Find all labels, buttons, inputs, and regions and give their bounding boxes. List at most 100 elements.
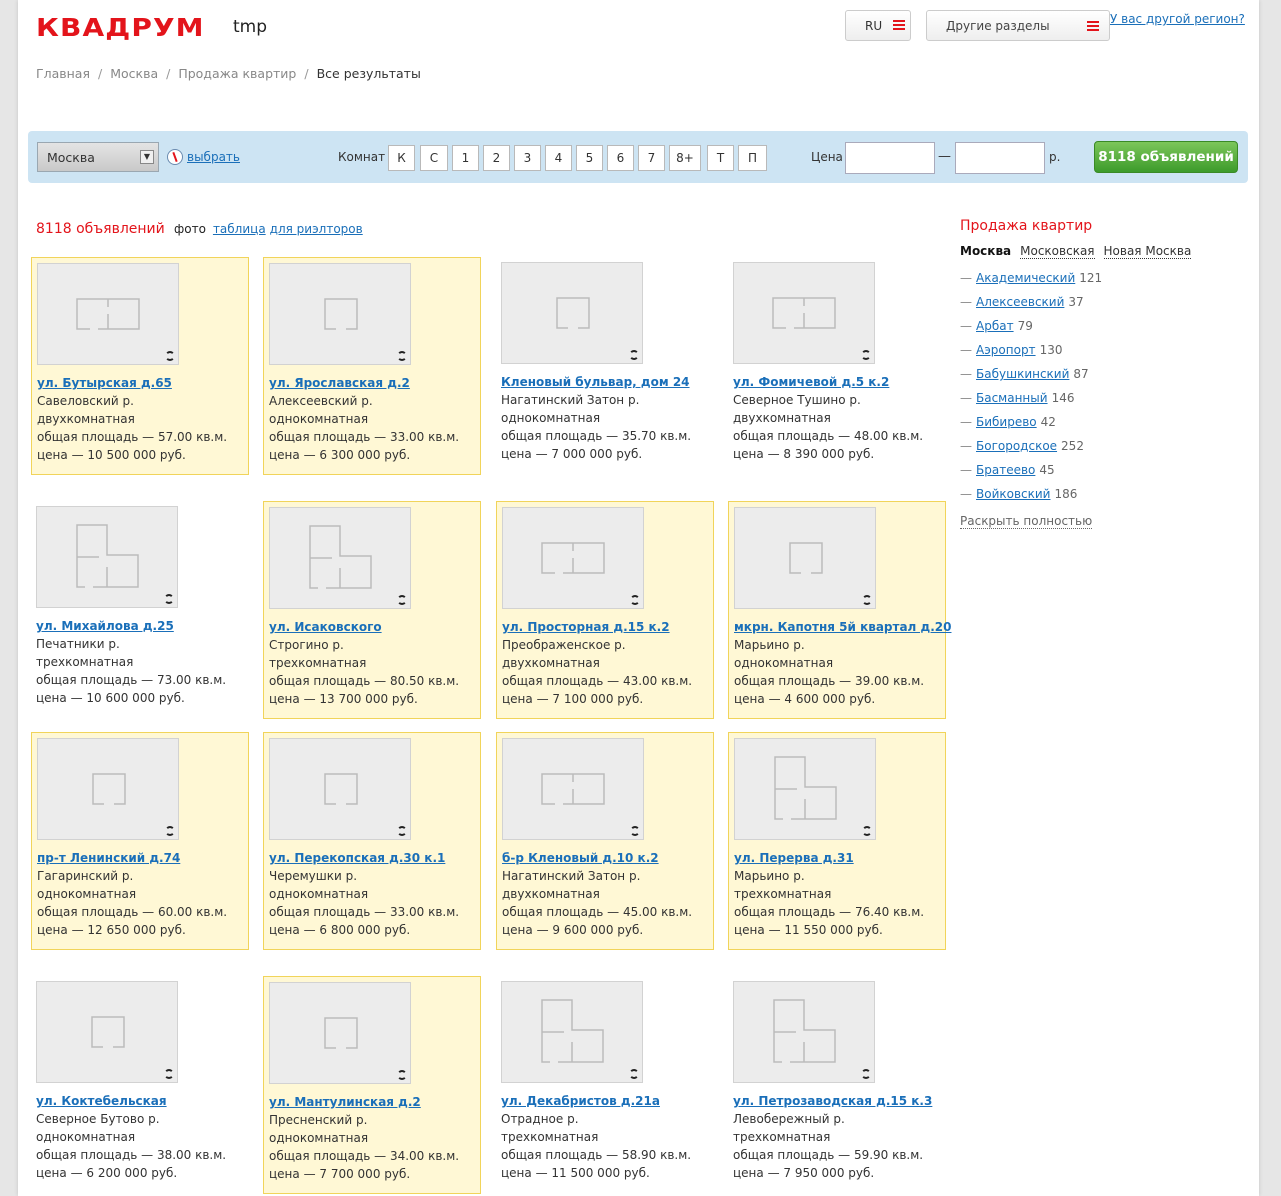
breadcrumb-city[interactable]: Москва (110, 66, 158, 81)
room-filter-button[interactable]: 4 (545, 145, 572, 171)
page: КВАДРУМ tmp RU Другие разделы У вас друг… (18, 0, 1259, 1196)
listing-address-link[interactable]: ул. Исаковского (269, 620, 382, 634)
district-link[interactable]: Братеево (976, 463, 1035, 477)
listing-address-link[interactable]: ул. Мантулинская д.2 (269, 1095, 421, 1109)
other-sections-button[interactable]: Другие разделы (926, 10, 1110, 41)
rooms-label: Комнат (338, 150, 386, 164)
listing-address-link[interactable]: ул. Бутырская д.65 (37, 376, 172, 390)
floor-plan-thumbnail[interactable] (269, 507, 411, 609)
listing-address-link[interactable]: Кленовый бульвар, дом 24 (501, 375, 690, 389)
tab-moscow[interactable]: Москва (960, 244, 1011, 258)
listing-address-link[interactable]: ул. Петрозаводская д.15 к.3 (733, 1094, 932, 1108)
rotate-icon[interactable] (397, 826, 407, 836)
rotate-icon[interactable] (397, 351, 407, 361)
listing-card: б-р Кленовый д.10 к.2 Нагатинский Затон р… (496, 732, 714, 950)
district-count: 130 (1039, 343, 1063, 357)
floor-plan-thumbnail[interactable] (733, 981, 875, 1083)
listing-address-link[interactable]: ул. Просторная д.15 к.2 (502, 620, 670, 634)
floor-plan-thumbnail[interactable] (501, 981, 643, 1083)
listing-address-link[interactable]: ул. Декабристов д.21а (501, 1094, 660, 1108)
listing-address-link[interactable]: ул. Фомичевой д.5 к.2 (733, 375, 889, 389)
room-filter-button[interactable]: Т (707, 145, 734, 171)
floor-plan-thumbnail[interactable] (733, 262, 875, 364)
rotate-icon[interactable] (630, 826, 640, 836)
room-filter-button[interactable]: 1 (452, 145, 479, 171)
choose-location-link[interactable]: выбрать (187, 150, 240, 164)
room-filter-button[interactable]: 2 (483, 145, 510, 171)
room-filter-button[interactable]: С (420, 145, 448, 171)
price-to-input[interactable] (955, 142, 1045, 174)
room-filter-button[interactable]: К (388, 145, 415, 171)
floor-plan-thumbnail[interactable] (36, 981, 178, 1083)
breadcrumb-section[interactable]: Продажа квартир (178, 66, 296, 81)
listing-address-link[interactable]: мкрн. Капотня 5й квартал д.20 (734, 620, 951, 634)
floor-plan-thumbnail[interactable] (37, 738, 179, 840)
rotate-icon[interactable] (164, 1069, 174, 1079)
rotate-icon[interactable] (164, 594, 174, 604)
rotate-icon[interactable] (630, 595, 640, 605)
rotate-icon[interactable] (165, 826, 175, 836)
tab-new-moscow[interactable]: Новая Москва (1103, 244, 1192, 259)
district-link[interactable]: Бабушкинский (976, 367, 1069, 381)
show-results-button[interactable]: 8118 объявлений (1094, 141, 1238, 173)
rotate-icon[interactable] (629, 350, 639, 360)
room-filter-button[interactable]: 8+ (669, 145, 701, 171)
rotate-icon[interactable] (165, 351, 175, 361)
floor-plan-thumbnail[interactable] (37, 263, 179, 365)
listing-address-link[interactable]: ул. Михайлова д.25 (36, 619, 174, 633)
rotate-icon[interactable] (397, 595, 407, 605)
language-button[interactable]: RU (845, 10, 911, 41)
listing-type: однокомнатная (734, 656, 834, 670)
district-link[interactable]: Арбат (976, 319, 1014, 333)
tab-moscow-region[interactable]: Московская (1020, 244, 1095, 259)
rotate-icon[interactable] (861, 1069, 871, 1079)
listing-price: цена — 6 300 000 руб. (269, 448, 411, 462)
listing-address-link[interactable]: ул. Ярославская д.2 (269, 376, 410, 390)
city-select[interactable]: Москва ▼ (37, 142, 159, 172)
district-link[interactable]: Басманный (976, 391, 1048, 405)
listing-address-link[interactable]: ул. Перерва д.31 (734, 851, 854, 865)
listing-address-link[interactable]: б-р Кленовый д.10 к.2 (502, 851, 659, 865)
breadcrumb-home[interactable]: Главная (36, 66, 90, 81)
listing-address-link[interactable]: пр-т Ленинский д.74 (37, 851, 180, 865)
rotate-icon[interactable] (861, 350, 871, 360)
room-filter-button[interactable]: 3 (514, 145, 541, 171)
expand-all-link[interactable]: Раскрыть полностью (960, 514, 1093, 529)
listing-area: общая площадь — 58.90 кв.м. (501, 1148, 692, 1162)
floor-plan-thumbnail[interactable] (36, 506, 178, 608)
rotate-icon[interactable] (862, 826, 872, 836)
district-link[interactable]: Бибирево (976, 415, 1037, 429)
room-filter-button[interactable]: 6 (607, 145, 634, 171)
rotate-icon[interactable] (397, 1070, 407, 1080)
district-link[interactable]: Богородское (976, 439, 1057, 453)
region-link[interactable]: У вас другой регион? (1110, 12, 1245, 26)
floor-plan-thumbnail[interactable] (269, 738, 411, 840)
room-filter-button[interactable]: 5 (576, 145, 603, 171)
floor-plan-thumbnail[interactable] (501, 262, 643, 364)
listing-type: трехкомнатная (501, 1130, 599, 1144)
floor-plan-thumbnail[interactable] (734, 507, 876, 609)
listing-price: цена — 10 500 000 руб. (37, 448, 186, 462)
listing-address-link[interactable]: ул. Коктебельская (36, 1094, 167, 1108)
floor-plan-thumbnail[interactable] (269, 982, 411, 1084)
district-link[interactable]: Академический (976, 271, 1075, 285)
site-logo[interactable]: КВАДРУМ (36, 13, 205, 42)
floor-plan-thumbnail[interactable] (734, 738, 876, 840)
price-from-input[interactable] (845, 142, 935, 174)
room-filter-button[interactable]: П (738, 145, 767, 171)
listing-area: общая площадь — 57.00 кв.м. (37, 430, 228, 444)
rotate-icon[interactable] (862, 595, 872, 605)
site-tag: tmp (233, 17, 268, 37)
listing-address-link[interactable]: ул. Перекопская д.30 к.1 (269, 851, 445, 865)
district-link[interactable]: Алексеевский (976, 295, 1064, 309)
rotate-icon[interactable] (629, 1069, 639, 1079)
floor-plan-thumbnail[interactable] (502, 738, 644, 840)
district-link[interactable]: Войковский (976, 487, 1050, 501)
district-dash: — (960, 319, 972, 333)
district-link[interactable]: Аэропорт (976, 343, 1036, 357)
room-filter-button[interactable]: 7 (638, 145, 665, 171)
view-table-link[interactable]: таблица (213, 222, 266, 236)
floor-plan-thumbnail[interactable] (269, 263, 411, 365)
view-realtors-link[interactable]: для риэлторов (270, 222, 363, 236)
floor-plan-thumbnail[interactable] (502, 507, 644, 609)
